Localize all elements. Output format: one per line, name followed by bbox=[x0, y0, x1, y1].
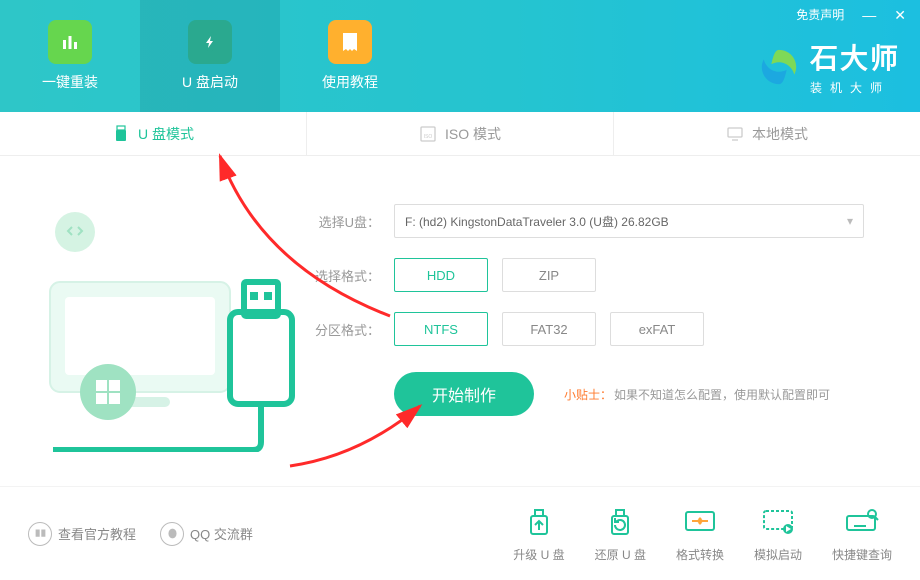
partition-option-ntfs[interactable]: NTFS bbox=[394, 312, 488, 346]
bars-icon bbox=[48, 20, 92, 64]
nav-label: U 盘启动 bbox=[182, 72, 238, 92]
chevron-down-icon: ▾ bbox=[847, 214, 853, 228]
select-usb-label: 选择U盘： bbox=[310, 212, 380, 231]
monitor-icon bbox=[726, 125, 744, 143]
tab-label: U 盘模式 bbox=[138, 124, 194, 144]
tool-format-convert[interactable]: 格式转换 bbox=[676, 504, 724, 563]
brand: 石大师 装机大师 bbox=[758, 37, 900, 96]
main-nav: 一键重装 U 盘启动 使用教程 bbox=[0, 0, 420, 112]
partition-option-fat32[interactable]: FAT32 bbox=[502, 312, 596, 346]
hint-text: 如果不知道怎么配置，使用默认配置即可 bbox=[614, 388, 830, 402]
tab-label: 本地模式 bbox=[752, 124, 808, 144]
config-form: 选择U盘： F: (hd2) KingstonDataTraveler 3.0 … bbox=[310, 182, 890, 486]
usb-up-icon bbox=[519, 504, 559, 540]
brand-logo-icon bbox=[758, 46, 800, 88]
usb-select-value: F: (hd2) KingstonDataTraveler 3.0 (U盘) 2… bbox=[405, 213, 669, 230]
tab-iso-mode[interactable]: ISO ISO 模式 bbox=[307, 112, 614, 155]
usb-select[interactable]: F: (hd2) KingstonDataTraveler 3.0 (U盘) 2… bbox=[394, 204, 864, 238]
hint-text-block: 小贴士：如果不知道怎么配置，使用默认配置即可 bbox=[564, 386, 830, 403]
svg-text:ISO: ISO bbox=[424, 134, 433, 140]
nav-reinstall[interactable]: 一键重装 bbox=[0, 0, 140, 112]
format-option-hdd[interactable]: HDD bbox=[394, 258, 488, 292]
nav-label: 一键重装 bbox=[42, 72, 98, 92]
minimize-button[interactable]: — bbox=[862, 8, 876, 22]
iso-icon: ISO bbox=[419, 125, 437, 143]
format-label: 选择格式： bbox=[310, 266, 380, 285]
tab-usb-mode[interactable]: U 盘模式 bbox=[0, 112, 307, 155]
tool-simulate-boot[interactable]: 模拟启动 bbox=[754, 504, 802, 563]
partition-label: 分区格式： bbox=[310, 320, 380, 339]
nav-label: 使用教程 bbox=[322, 72, 378, 92]
tool-hotkey-lookup[interactable]: 快捷键查询 bbox=[832, 504, 892, 563]
book-icon bbox=[328, 20, 372, 64]
disclaimer-link[interactable]: 免责声明 bbox=[796, 6, 844, 23]
main-content: 选择U盘： F: (hd2) KingstonDataTraveler 3.0 … bbox=[0, 156, 920, 486]
format-option-zip[interactable]: ZIP bbox=[502, 258, 596, 292]
qq-icon bbox=[160, 522, 184, 546]
convert-icon bbox=[680, 504, 720, 540]
header-bar: 一键重装 U 盘启动 使用教程 免责声明 — ✕ 石大师 bbox=[0, 0, 920, 112]
official-tutorial-link[interactable]: 查看官方教程 bbox=[28, 522, 136, 546]
book-open-icon bbox=[28, 522, 52, 546]
close-button[interactable]: ✕ bbox=[894, 8, 906, 22]
brand-subtitle: 装机大师 bbox=[810, 79, 900, 96]
mode-tabs: U 盘模式 ISO ISO 模式 本地模式 bbox=[0, 112, 920, 156]
tab-label: ISO 模式 bbox=[445, 124, 501, 144]
tool-restore-usb[interactable]: 还原 U 盘 bbox=[595, 504, 646, 563]
partition-option-exfat[interactable]: exFAT bbox=[610, 312, 704, 346]
qq-group-link[interactable]: QQ 交流群 bbox=[160, 522, 253, 546]
usb-restore-icon bbox=[600, 504, 640, 540]
nav-tutorial[interactable]: 使用教程 bbox=[280, 0, 420, 112]
header-right: 免责声明 — ✕ 石大师 装机大师 bbox=[758, 0, 920, 96]
monitor-play-icon bbox=[758, 504, 798, 540]
keyboard-search-icon bbox=[842, 504, 882, 540]
brand-title: 石大师 bbox=[810, 37, 900, 77]
nav-usb-boot[interactable]: U 盘启动 bbox=[140, 0, 280, 112]
usb-icon bbox=[112, 125, 130, 143]
start-button[interactable]: 开始制作 bbox=[394, 372, 534, 416]
usb-illustration bbox=[30, 182, 310, 452]
tab-local-mode[interactable]: 本地模式 bbox=[614, 112, 920, 155]
tool-upgrade-usb[interactable]: 升级 U 盘 bbox=[513, 504, 564, 563]
bottom-bar: 查看官方教程 QQ 交流群 升级 U 盘 还原 U 盘 格式转换 模拟启动 快捷… bbox=[0, 486, 920, 580]
shield-bolt-icon bbox=[188, 20, 232, 64]
hint-label: 小贴士： bbox=[564, 388, 612, 402]
